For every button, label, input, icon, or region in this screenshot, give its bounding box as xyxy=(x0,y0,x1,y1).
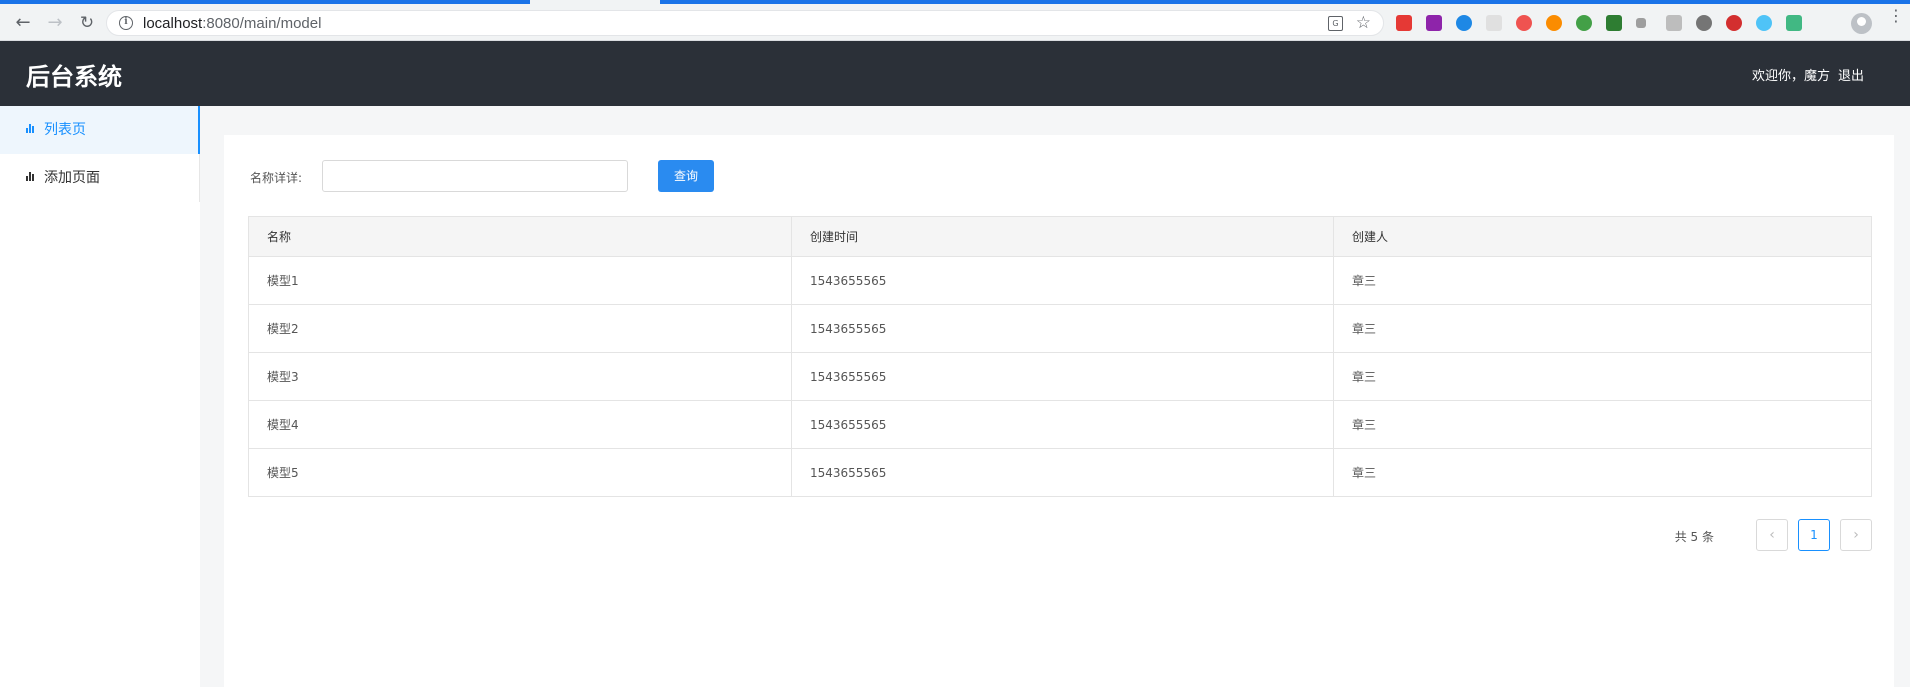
reload-icon[interactable]: ↻ xyxy=(74,10,100,36)
sidebar-item-label: 添加页面 xyxy=(44,170,100,186)
back-arrow-icon[interactable]: ← xyxy=(10,10,36,36)
column-header-name: 名称 xyxy=(248,216,792,257)
logout-link[interactable]: 退出 xyxy=(1838,69,1864,84)
filter-icon[interactable] xyxy=(1666,15,1682,31)
next-page-button[interactable]: › xyxy=(1840,519,1872,551)
sidebar: 列表页 添加页面 xyxy=(0,106,200,687)
address-bar[interactable]: i localhost:8080/main/model G ☆ xyxy=(106,10,1384,36)
vue-devtools-icon[interactable] xyxy=(1786,15,1802,31)
extension-icon[interactable] xyxy=(1636,18,1646,28)
header-user-area: 欢迎你，魔方 退出 xyxy=(1752,65,1864,84)
table-row: 模型5 1543655565 章三 xyxy=(248,448,1872,497)
cell-created-time: 1543655565 xyxy=(791,256,1334,305)
forward-arrow-icon[interactable]: → xyxy=(42,10,68,36)
extension-icon[interactable] xyxy=(1756,15,1772,31)
url-path: :8080/main/model xyxy=(202,15,322,32)
url-host: localhost xyxy=(143,15,203,32)
cell-name: 模型5 xyxy=(248,448,792,497)
browser-menu-icon[interactable]: ⋮ xyxy=(1888,8,1904,24)
extension-icon[interactable] xyxy=(1486,15,1502,31)
sidebar-item-list[interactable]: 列表页 xyxy=(0,106,200,154)
bar-chart-icon xyxy=(26,123,36,133)
sidebar-item-label: 列表页 xyxy=(44,122,86,138)
cell-created-time: 1543655565 xyxy=(791,448,1334,497)
extension-icon[interactable] xyxy=(1516,15,1532,31)
extension-icon[interactable] xyxy=(1396,15,1412,31)
cell-name: 模型2 xyxy=(248,304,792,353)
table-header-row: 名称 创建时间 创建人 xyxy=(248,216,1872,257)
search-label: 名称详详: xyxy=(250,171,303,185)
extension-icon[interactable] xyxy=(1696,15,1712,31)
cell-name: 模型1 xyxy=(248,256,792,305)
cell-created-time: 1543655565 xyxy=(791,352,1334,401)
url-text[interactable]: localhost:8080/main/model xyxy=(143,15,321,32)
cell-creator: 章三 xyxy=(1333,448,1872,497)
table-row: 模型3 1543655565 章三 xyxy=(248,352,1872,401)
total-count: 共 5 条 xyxy=(1674,530,1714,544)
bookmark-star-icon[interactable]: ☆ xyxy=(1356,13,1371,33)
table-row: 模型1 1543655565 章三 xyxy=(248,256,1872,305)
cell-name: 模型4 xyxy=(248,400,792,449)
extension-icon[interactable] xyxy=(1546,15,1562,31)
name-search-input[interactable] xyxy=(322,160,628,192)
welcome-text: 欢迎你，魔方 xyxy=(1751,69,1830,84)
bar-chart-icon xyxy=(26,171,36,181)
cell-creator: 章三 xyxy=(1333,256,1872,305)
table-row: 模型4 1543655565 章三 xyxy=(248,400,1872,449)
column-header-created-time: 创建时间 xyxy=(791,216,1334,257)
extension-icon[interactable] xyxy=(1426,15,1442,31)
cell-created-time: 1543655565 xyxy=(791,400,1334,449)
cell-creator: 章三 xyxy=(1333,400,1872,449)
app-header: 后台系统 欢迎你，魔方 退出 xyxy=(0,41,1910,106)
info-icon[interactable]: i xyxy=(119,16,133,30)
page-number-button[interactable]: 1 xyxy=(1798,519,1830,551)
model-table: 名称 创建时间 创建人 模型1 1543655565 章三 模型2 154365… xyxy=(248,216,1872,497)
app-title: 后台系统 xyxy=(26,63,122,91)
adblock-icon[interactable] xyxy=(1726,15,1742,31)
table-row: 模型2 1543655565 章三 xyxy=(248,304,1872,353)
sidebar-item-add-page[interactable]: 添加页面 xyxy=(0,154,200,202)
cell-name: 模型3 xyxy=(248,352,792,401)
cell-creator: 章三 xyxy=(1333,304,1872,353)
translate-icon[interactable]: G xyxy=(1328,16,1343,31)
browser-toolbar: ← → ↻ i localhost:8080/main/model G ☆ ⋮ xyxy=(0,4,1910,41)
extension-icon[interactable] xyxy=(1456,15,1472,31)
query-button[interactable]: 查询 xyxy=(658,160,714,192)
extension-icon[interactable] xyxy=(1576,15,1592,31)
extension-icon[interactable] xyxy=(1606,15,1622,31)
cell-created-time: 1543655565 xyxy=(791,304,1334,353)
profile-avatar-icon[interactable] xyxy=(1851,13,1872,34)
cell-creator: 章三 xyxy=(1333,352,1872,401)
column-header-creator: 创建人 xyxy=(1333,216,1872,257)
prev-page-button[interactable]: ‹ xyxy=(1756,519,1788,551)
